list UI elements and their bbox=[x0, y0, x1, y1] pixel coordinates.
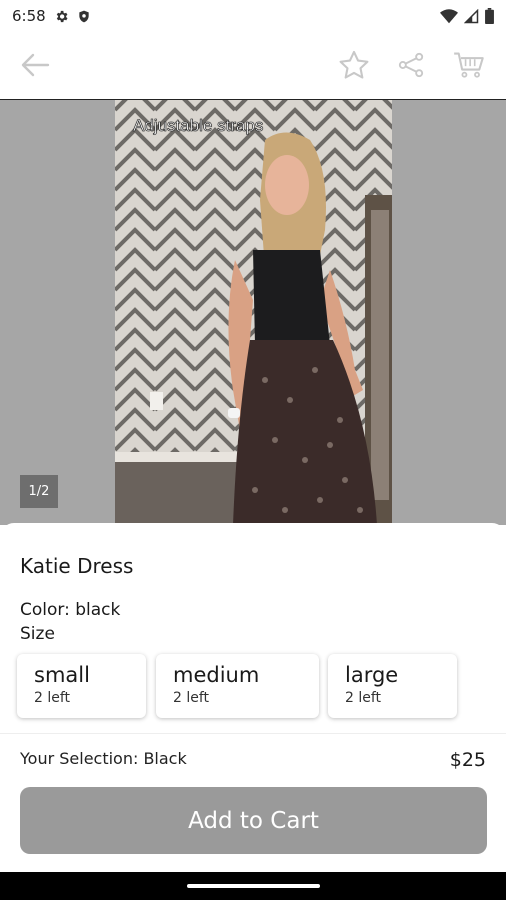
size-option-medium[interactable]: medium 2 left bbox=[156, 654, 319, 718]
divider bbox=[0, 733, 506, 734]
size-stock: 2 left bbox=[34, 690, 71, 706]
price: $25 bbox=[449, 749, 486, 771]
product-media[interactable]: Adjustable straps 1/2 bbox=[0, 100, 506, 525]
arrow-left-icon bbox=[21, 53, 50, 77]
status-time: 6:58 bbox=[12, 7, 46, 25]
favorite-button[interactable] bbox=[337, 48, 371, 82]
battery-icon bbox=[485, 8, 494, 24]
add-to-cart-button[interactable]: Add to Cart bbox=[20, 787, 487, 854]
app-bar bbox=[0, 32, 506, 100]
size-option-large[interactable]: large 2 left bbox=[328, 654, 457, 718]
cart-button[interactable] bbox=[452, 48, 486, 82]
back-button[interactable] bbox=[18, 48, 52, 82]
signal-icon bbox=[464, 8, 479, 23]
star-icon bbox=[339, 50, 369, 79]
wifi-icon bbox=[440, 8, 458, 23]
size-stock: 2 left bbox=[173, 690, 210, 706]
cart-icon bbox=[454, 52, 484, 78]
shield-icon bbox=[79, 10, 89, 22]
size-label: Size bbox=[20, 624, 55, 644]
page-indicator: 1/2 bbox=[20, 475, 58, 508]
home-indicator[interactable] bbox=[187, 884, 320, 888]
share-button[interactable] bbox=[394, 48, 428, 82]
size-name: large bbox=[345, 663, 399, 687]
photo-caption: Adjustable straps bbox=[133, 116, 264, 136]
navigation-bar bbox=[0, 872, 506, 900]
size-name: medium bbox=[173, 663, 260, 687]
size-name: small bbox=[34, 663, 90, 687]
selection-summary: Your Selection: Black bbox=[20, 749, 187, 768]
product-title: Katie Dress bbox=[20, 554, 134, 578]
status-left: 6:58 bbox=[12, 7, 91, 25]
color-label: Color: black bbox=[20, 600, 121, 620]
product-photo-illustration bbox=[115, 100, 392, 525]
size-option-small[interactable]: small 2 left bbox=[17, 654, 146, 718]
share-icon bbox=[398, 52, 424, 78]
product-photo bbox=[115, 100, 392, 525]
status-bar: 6:58 bbox=[0, 0, 506, 32]
status-right bbox=[440, 8, 494, 24]
size-stock: 2 left bbox=[345, 690, 382, 706]
settings-icon bbox=[56, 10, 68, 22]
product-sheet: Katie Dress Color: black Size small 2 le… bbox=[0, 523, 506, 872]
